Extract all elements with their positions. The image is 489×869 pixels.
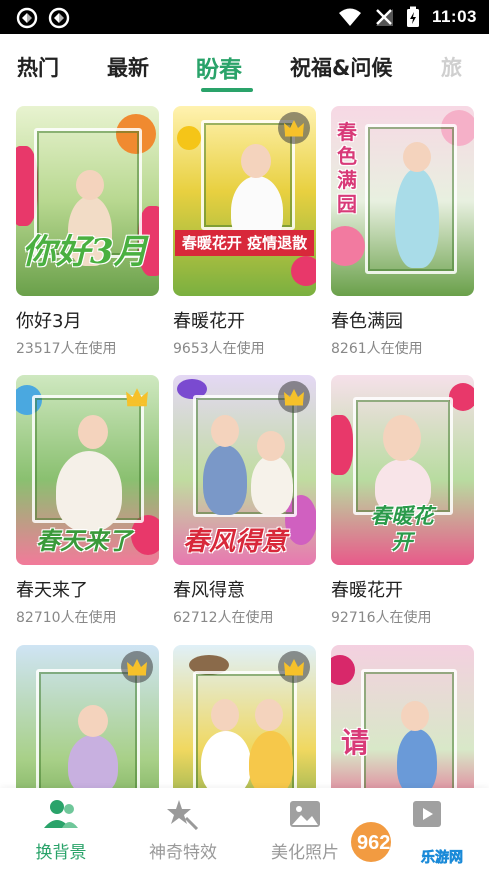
sync-icon xyxy=(48,7,70,29)
tab-travel[interactable]: 旅 xyxy=(441,52,462,82)
template-thumbnail: 春天来了 xyxy=(16,375,159,565)
nav-label: 美化照片 xyxy=(271,843,339,863)
template-thumbnail: 你好3月 xyxy=(16,106,159,296)
overlay-text: 春风得意 xyxy=(183,527,288,557)
overlay-text: 春天来了 xyxy=(36,526,132,555)
image-icon xyxy=(290,801,320,827)
template-title: 春风得意 xyxy=(173,580,245,601)
usage-count: 8261人在使用 xyxy=(331,341,423,357)
magic-star-icon xyxy=(167,800,199,830)
template-thumbnail: 春风得意 xyxy=(173,375,316,565)
crown-icon xyxy=(284,120,304,137)
template-title: 春暖花开 xyxy=(173,311,245,332)
nav-beautify-photo[interactable]: 美化照片 xyxy=(250,798,360,863)
premium-badge xyxy=(121,381,153,413)
template-card[interactable]: 春暖花开 春暖花开 92716人在使用 xyxy=(331,375,474,627)
template-card[interactable]: 春天来了 春天来了 82710人在使用 xyxy=(16,375,159,627)
premium-badge xyxy=(121,651,153,683)
tab-hot[interactable]: 热门 xyxy=(17,52,59,82)
usage-count: 92716人在使用 xyxy=(331,610,432,626)
usage-count: 62712人在使用 xyxy=(173,610,274,626)
usage-count: 82710人在使用 xyxy=(16,610,117,626)
overlay-text: 春色满园 xyxy=(337,120,357,216)
overlay-text: 春暖花开 xyxy=(370,503,434,554)
premium-badge xyxy=(278,112,310,144)
overlay-text: 你好3月 xyxy=(22,232,148,272)
watermark-logo: 962.NET 乐游网 xyxy=(349,816,485,866)
template-thumbnail: 春色满园 xyxy=(331,106,474,296)
template-title: 你好3月 xyxy=(16,311,82,332)
sync-icon xyxy=(16,7,38,29)
usage-count: 9653人在使用 xyxy=(173,341,265,357)
premium-badge xyxy=(278,381,310,413)
nav-change-background[interactable]: 换背景 xyxy=(6,798,116,863)
no-signal-icon xyxy=(375,9,393,26)
nav-magic-effects[interactable]: 神奇特效 xyxy=(128,798,238,863)
tab-latest[interactable]: 最新 xyxy=(107,52,149,82)
template-title: 春天来了 xyxy=(16,580,88,601)
nav-label: 换背景 xyxy=(35,843,87,863)
template-card[interactable]: 春暖花开 疫情退散 春暖花开 9653人在使用 xyxy=(173,106,316,358)
crown-icon xyxy=(127,659,147,676)
category-tabs: 热门 最新 盼春 祝福&问候 旅 xyxy=(0,34,489,98)
watermark-subtext: 乐游网 xyxy=(421,849,463,866)
status-bar: 11:03 xyxy=(0,0,489,34)
overlay-text: 请 xyxy=(341,726,370,759)
template-thumbnail: 春暖花开 疫情退散 xyxy=(173,106,316,296)
people-icon xyxy=(44,800,78,828)
template-card[interactable]: 你好3月 你好3月 23517人在使用 xyxy=(16,106,159,358)
usage-count: 23517人在使用 xyxy=(16,341,117,357)
template-card[interactable]: 春色满园 春色满园 8261人在使用 xyxy=(331,106,474,358)
battery-charging-icon xyxy=(406,6,419,27)
crown-icon xyxy=(284,659,304,676)
status-time: 11:03 xyxy=(431,7,477,26)
tab-greetings[interactable]: 祝福&问候 xyxy=(290,52,392,82)
tab-spring[interactable]: 盼春 xyxy=(196,50,242,84)
template-title: 春色满园 xyxy=(331,311,403,332)
template-thumbnail: 春暖花开 xyxy=(331,375,474,565)
template-title: 春暖花开 xyxy=(331,580,403,601)
template-card[interactable]: 春风得意 春风得意 62712人在使用 xyxy=(173,375,316,627)
crown-icon xyxy=(126,388,148,407)
premium-badge xyxy=(278,651,310,683)
nav-label: 神奇特效 xyxy=(149,843,217,863)
overlay-text: 春暖花开 疫情退散 xyxy=(175,230,314,256)
crown-icon xyxy=(284,389,304,406)
active-tab-indicator xyxy=(201,88,253,92)
wifi-icon xyxy=(338,8,361,26)
